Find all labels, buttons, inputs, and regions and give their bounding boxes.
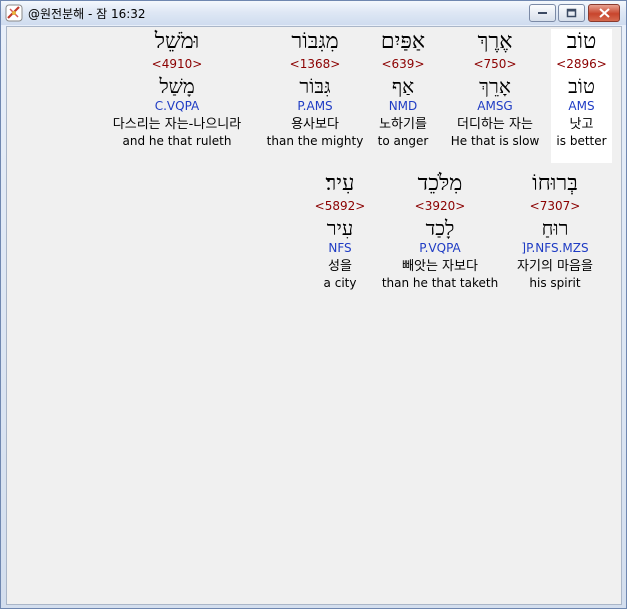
korean-gloss: 성을 [328,259,352,274]
close-button[interactable] [588,4,620,22]
hebrew-word: וּמֹשֵׁל [154,29,200,54]
word-cell[interactable]: טוֹב <2896> טוֹב AMS 낫고 is better [551,29,612,163]
morphology: P.VQPA [419,241,461,255]
morphology: AMSG [477,99,513,113]
strong-number[interactable]: <639> [369,56,437,74]
lemma: לָכַד [425,216,455,240]
minimize-button[interactable] [529,4,556,22]
hebrew-word: אַפַּיִם [380,29,426,54]
close-icon [598,8,610,18]
hebrew-word: מִלֹּכֵד [417,171,463,196]
minimize-icon [538,12,547,14]
word-cell[interactable]: מִגִּבּוֹר <1368> גִּבּוֹר P.AMS 용사보다 th… [266,29,364,150]
maximize-icon [566,8,577,18]
word-cell[interactable]: אֶרֶךְ <750> אָרֵךְ AMSG 더디하는 자는 He that… [444,29,546,150]
app-window: @원전분해 - 잠 16:32 טוֹב <2896> טוֹב AMS 낫고 … [0,0,627,609]
lemma: רוּחַ [541,216,569,240]
english-gloss: a city [323,276,357,290]
morphology: NMD [388,99,418,113]
english-gloss: his spirit [529,276,581,290]
hebrew-word: טוֹב [566,29,597,54]
strong-number[interactable]: <5892> [310,198,370,216]
morphology: P.AMS [297,99,333,113]
korean-gloss: 다스리는 자는-나으니라 [112,117,242,132]
english-gloss: He that is slow [450,134,540,148]
hebrew-word: אֶרֶךְ [477,29,513,54]
morphology: ]P.NFS.MZS [521,241,589,255]
korean-gloss: 용사보다 [291,117,339,132]
word-cell[interactable]: מִלֹּכֵד <3920> לָכַד P.VQPA 빼앗는 자보다 tha… [381,171,499,292]
korean-gloss: 노하기를 [379,117,427,132]
window-title: @원전분해 - 잠 16:32 [28,7,146,21]
lemma: אָרֵךְ [479,74,511,98]
lemma: טוֹב [568,74,595,98]
hebrew-word: בְּרוּחוֹ [532,171,578,196]
strong-number[interactable]: <2896> [551,56,612,74]
lemma: גִּבּוֹר [299,74,331,98]
english-gloss: is better [556,134,607,148]
strong-number[interactable]: <7307> [503,198,607,216]
app-icon[interactable] [5,4,23,22]
korean-gloss: 빼앗는 자보다 [402,259,478,274]
morphology: NFS [328,241,352,255]
word-cell[interactable]: עִיר׃ <5892> עִיר NFS 성을 a city [310,171,370,292]
strong-number[interactable]: <1368> [266,56,364,74]
maximize-button[interactable] [558,4,585,22]
hebrew-word: עִיר׃ [325,171,355,196]
korean-gloss: 더디하는 자는 [457,117,533,132]
english-gloss: and he that ruleth [122,134,232,148]
word-cell[interactable]: אַפַּיִם <639> אַף NMD 노하기를 to anger [369,29,437,150]
strong-number[interactable]: <3920> [381,198,499,216]
lemma: אַף [391,74,415,98]
strong-number[interactable]: <750> [444,56,546,74]
english-gloss: to anger [377,134,429,148]
hebrew-word: מִגִּבּוֹר [291,29,339,54]
morphology: AMS [568,99,595,113]
lemma: עִיר [326,216,354,240]
title-bar[interactable]: @원전분해 - 잠 16:32 [1,1,626,25]
korean-gloss: 낫고 [569,117,594,132]
analysis-panel: טוֹב <2896> טוֹב AMS 낫고 is better אֶרֶךְ… [6,26,622,605]
word-cell[interactable]: בְּרוּחוֹ <7307> רוּחַ ]P.NFS.MZS 자기의 마음… [503,171,607,292]
lemma: מָשַׁל [159,74,195,98]
english-gloss: than the mighty [266,134,364,148]
morphology: C.VQPA [154,99,200,113]
english-gloss: than he that taketh [381,276,499,290]
strong-number[interactable]: <4910> [93,56,261,74]
word-cell[interactable]: וּמֹשֵׁל <4910> מָשַׁל C.VQPA 다스리는 자는-나으… [93,29,261,150]
korean-gloss: 자기의 마음을 [517,259,593,274]
